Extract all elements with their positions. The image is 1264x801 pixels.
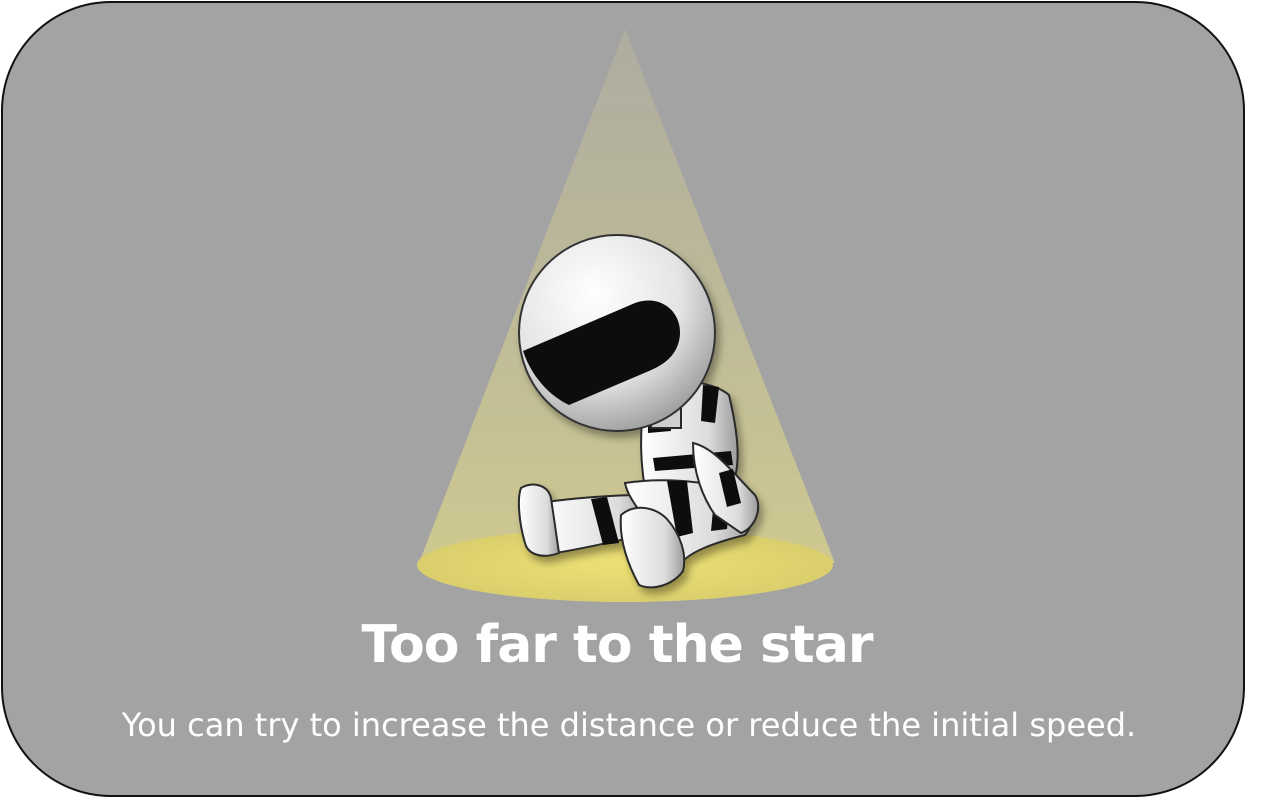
dialog-message: You can try to increase the distance or … <box>121 706 1137 744</box>
result-dialog: Too far to the star You can try to incre… <box>1 1 1245 797</box>
spotlight-illustration <box>417 29 835 602</box>
dialog-title: Too far to the star <box>361 615 873 675</box>
